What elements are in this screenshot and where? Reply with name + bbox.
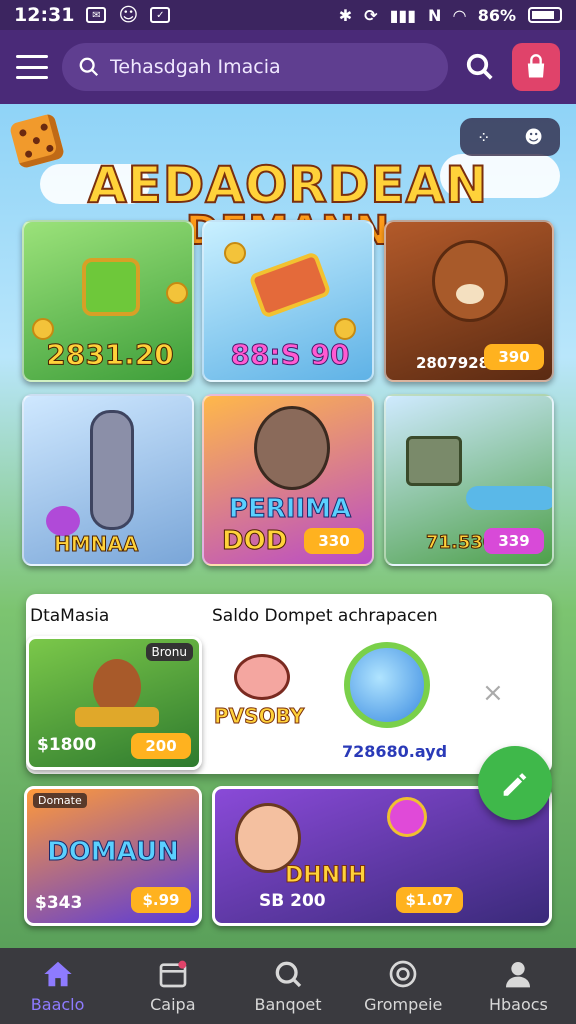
bonus-tile[interactable]: Bronu $1800 200: [26, 636, 202, 770]
wolf-character-icon: [254, 406, 330, 490]
nav-label: Hbaocs: [488, 994, 548, 1014]
knight-character-icon: [90, 410, 134, 530]
search-icon: [79, 57, 99, 77]
ruins-icon: [406, 436, 462, 486]
search-input[interactable]: [110, 56, 390, 78]
target-icon: [389, 960, 417, 987]
search-icon: [275, 961, 302, 987]
tile-tag: Bronu: [145, 643, 193, 661]
tile-amount: $1800: [37, 735, 97, 755]
treasure-chest-icon: [82, 258, 140, 316]
tile-badge[interactable]: $.99: [131, 887, 191, 913]
signal-icon: ▮▮▮: [389, 5, 416, 25]
game-card-4[interactable]: HMNAA: [22, 394, 194, 566]
panel-left-title: DtaMasia: [30, 606, 110, 626]
edit-fab-button[interactable]: [478, 746, 552, 820]
wallet-panel: DtaMasia Saldo Dompet achrapacen Bronu $…: [26, 594, 552, 774]
calendar-icon: [159, 960, 187, 987]
tile-title: DOMAUN: [47, 837, 180, 868]
nav-profile[interactable]: Hbaocs: [461, 948, 576, 1024]
fox-character-icon: [432, 240, 508, 322]
game-card-5[interactable]: PERIIMA DOD 330: [202, 394, 374, 566]
status-bar: 12:31 ✉ ☺ ✓ ✱ ⟳ ▮▮▮ N ◠ 86%: [0, 0, 576, 30]
nav-label: Banqoet: [254, 994, 322, 1014]
nav-search[interactable]: Banqoet: [230, 948, 345, 1024]
bottom-tile-1[interactable]: Domate DOMAUN $343 $.99: [24, 786, 202, 926]
promo-text: PVSOBY: [213, 704, 305, 729]
card-value: HMNAA: [53, 532, 139, 557]
quick-actions[interactable]: ⁘ ☻: [460, 118, 560, 156]
game-card-2[interactable]: 88:S 90: [202, 220, 374, 382]
profile-icon[interactable]: ☻: [524, 127, 543, 148]
tile-amount: $343: [35, 893, 83, 913]
search-bar[interactable]: [62, 43, 448, 91]
bottom-navigation: Baaclo Caipa Banqoet Grompeie Hbaocs: [0, 948, 576, 1024]
search-button[interactable]: [462, 49, 498, 85]
balance-value: 728680.ayd: [342, 742, 448, 761]
card-value: 2807928: [416, 354, 490, 372]
main-scene: ⁘ ☻ AEDAORDEAN DEMANN 2831.20 88:S 90 28…: [0, 104, 576, 948]
bag-icon: [527, 54, 545, 78]
game-card-1[interactable]: 2831.20: [22, 220, 194, 382]
tile-badge[interactable]: 200: [131, 733, 191, 759]
price-badge[interactable]: 390: [484, 344, 544, 370]
nav-label: Grompeie: [364, 994, 443, 1014]
shop-bag-button[interactable]: [512, 43, 560, 91]
game-card-3[interactable]: 2807928 390: [384, 220, 554, 382]
tile-tag: Domate: [33, 793, 87, 808]
nav-label: Caipa: [150, 994, 196, 1014]
hero-title: AEDAORDEAN: [87, 155, 489, 215]
search-icon: [466, 53, 493, 80]
checkbox-icon: ✓: [150, 7, 171, 23]
vibrate-icon: ⟳: [364, 5, 378, 25]
smiley-icon: [344, 642, 430, 728]
card-value: 2831.20: [46, 338, 175, 372]
tile-title: DHNIH: [285, 863, 368, 889]
battery-icon: [528, 7, 562, 23]
card-value: 88:S 90: [230, 338, 350, 372]
home-icon: [43, 961, 72, 986]
tile-badge[interactable]: $1.07: [395, 887, 463, 913]
menu-icon[interactable]: [16, 55, 48, 79]
network-icon: N: [428, 5, 442, 25]
card-subtitle: DOD: [221, 526, 288, 557]
nav-compete[interactable]: Grompeie: [346, 948, 461, 1024]
card-title: PERIIMA: [228, 494, 352, 525]
profile-icon: [506, 961, 531, 987]
top-bar: [0, 30, 576, 104]
promo-image[interactable]: PVSOBY: [213, 648, 314, 729]
gem-icon: [387, 797, 427, 837]
nav-label: Baaclo: [30, 994, 85, 1014]
status-time: 12:31: [14, 4, 75, 26]
close-icon[interactable]: ×: [482, 678, 504, 708]
nav-calendar[interactable]: Caipa: [115, 948, 230, 1024]
treasure-box-icon: [248, 251, 332, 319]
share-icon[interactable]: ⁘: [477, 128, 490, 147]
wifi-icon: ◠: [453, 5, 466, 25]
nav-home[interactable]: Baaclo: [0, 948, 115, 1024]
notification-icon: ✉: [86, 7, 107, 23]
price-badge[interactable]: 339: [484, 528, 544, 554]
tile-amount: SB 200: [259, 891, 326, 911]
price-badge[interactable]: 330: [304, 528, 364, 554]
game-card-6[interactable]: 71.530 339: [384, 394, 554, 566]
pencil-icon: [503, 773, 527, 796]
app-icon: ☺: [118, 4, 139, 26]
bluetooth-icon: ✱: [338, 5, 353, 25]
panel-right-title: Saldo Dompet achrapacen: [212, 606, 438, 626]
battery-percent: 86%: [477, 5, 516, 25]
